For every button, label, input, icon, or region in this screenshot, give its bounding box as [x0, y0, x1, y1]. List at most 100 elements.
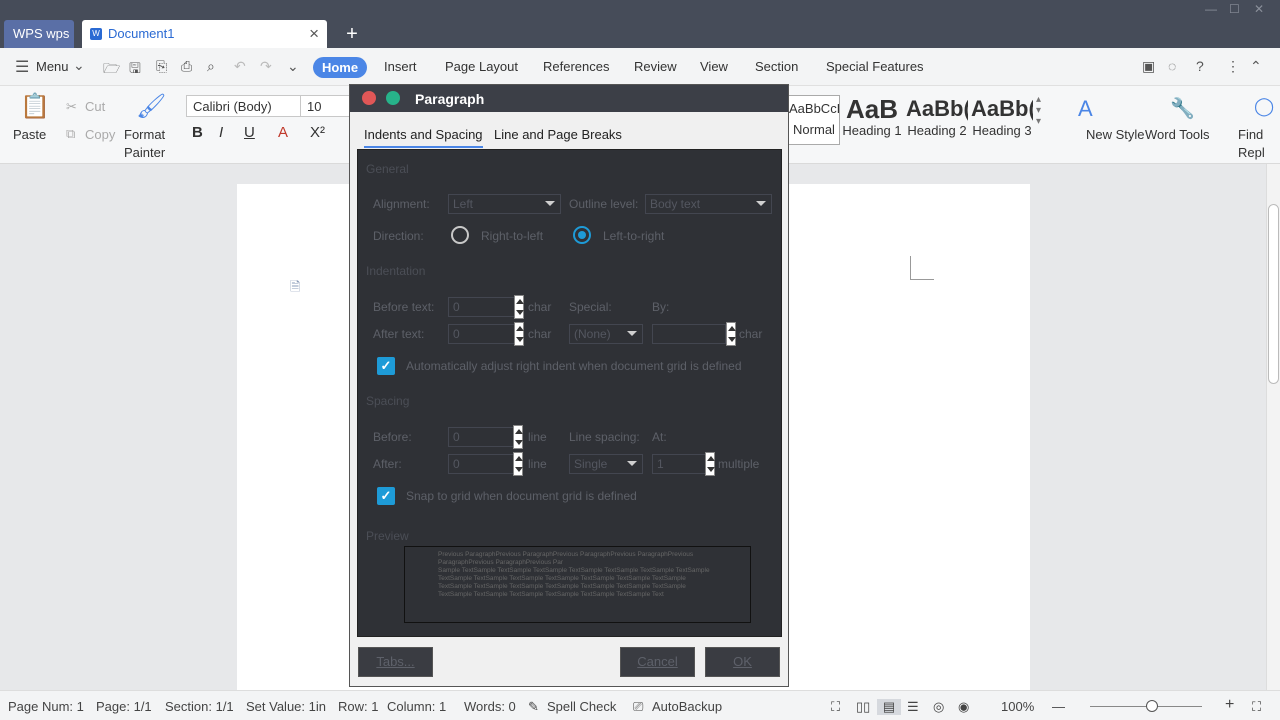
rtl-radio[interactable] — [451, 226, 469, 244]
cut-button[interactable]: Cut — [85, 99, 105, 114]
ltr-radio[interactable] — [573, 226, 591, 244]
tab-view[interactable]: View — [700, 59, 728, 74]
spell-check-button[interactable]: Spell Check — [547, 699, 616, 714]
outline-level-select[interactable]: Body text — [645, 194, 772, 214]
document-tab[interactable]: W Document1 × — [82, 20, 327, 48]
collapse-ribbon-icon[interactable]: ⌃ — [1250, 58, 1262, 75]
copy-button[interactable]: Copy — [85, 127, 115, 142]
dialog-close-icon[interactable] — [362, 91, 376, 105]
at-input[interactable]: 1 — [652, 454, 708, 474]
after-spacing-input[interactable]: 0 — [448, 454, 516, 474]
open-folder-icon[interactable]: 🗁 — [103, 58, 120, 82]
autobackup-button[interactable]: AutoBackup — [652, 699, 722, 714]
font-name-select[interactable]: Calibri (Body) — [186, 95, 301, 117]
outline-view-icon[interactable]: ☰ — [907, 699, 919, 715]
before-text-input[interactable]: 0 — [448, 297, 516, 317]
ok-button[interactable]: OK — [705, 647, 780, 677]
rtl-label[interactable]: Right-to-left — [481, 229, 543, 243]
auto-adjust-checkbox[interactable]: ✓ — [377, 357, 395, 375]
after-text-unit[interactable]: char — [528, 327, 551, 341]
cloud-doc-icon[interactable]: ▣ — [1142, 58, 1155, 75]
snap-to-grid-label[interactable]: Snap to grid when document grid is defin… — [406, 489, 637, 503]
style-heading-1[interactable]: AaB Heading 1 — [841, 95, 903, 145]
zoom-level[interactable]: 100% — [1001, 699, 1034, 714]
before-text-spinner[interactable] — [514, 295, 524, 319]
before-spacing-input[interactable]: 0 — [448, 427, 516, 447]
status-page-num[interactable]: Page Num: 1 — [8, 699, 84, 714]
close-tab-icon[interactable]: × — [309, 20, 319, 48]
chevron-down-icon[interactable]: ⌄ — [73, 57, 85, 74]
reading-layout-icon[interactable]: ▯▯ — [856, 699, 870, 715]
web-layout-icon[interactable]: ◎ — [933, 699, 944, 715]
bold-button[interactable]: B — [192, 124, 203, 141]
by-unit[interactable]: char — [739, 327, 762, 341]
print-icon[interactable]: ⎙ — [181, 58, 192, 75]
by-input[interactable] — [652, 324, 726, 344]
style-heading-2[interactable]: AaBb( Heading 2 — [906, 95, 968, 145]
tab-review[interactable]: Review — [634, 59, 677, 74]
after-text-spinner[interactable] — [514, 322, 524, 346]
status-set-value[interactable]: Set Value: 1in — [246, 699, 326, 714]
page-view-icon[interactable]: ▤ — [877, 699, 901, 715]
before-text-unit[interactable]: char — [528, 300, 551, 314]
tab-references[interactable]: References — [543, 59, 609, 74]
before-spacing-spinner[interactable] — [513, 425, 523, 449]
new-style-icon[interactable]: A — [1078, 96, 1093, 122]
customize-icon[interactable]: ⌄ — [287, 58, 299, 75]
font-color-button[interactable]: A — [278, 124, 288, 141]
print-preview-icon[interactable]: ⌕ — [207, 58, 215, 75]
find-label[interactable]: Find — [1238, 127, 1263, 142]
status-row[interactable]: Row: 1 — [338, 699, 378, 714]
undo-icon[interactable]: ↶ — [234, 58, 246, 75]
italic-button[interactable]: I — [219, 124, 223, 141]
status-column[interactable]: Column: 1 — [387, 699, 446, 714]
new-tab-button[interactable]: + — [340, 20, 364, 48]
paste-icon[interactable]: 📋 — [20, 92, 50, 121]
maximize-icon[interactable]: ☐ — [1229, 2, 1240, 16]
tab-insert[interactable]: Insert — [384, 59, 417, 74]
styles-scroll-icon[interactable]: ▴ ▾ ▾ — [1036, 94, 1041, 127]
save-icon[interactable]: 🖫 — [129, 58, 141, 82]
tabs-button[interactable]: Tabs... — [358, 647, 433, 677]
at-spinner[interactable] — [705, 452, 715, 476]
tab-indents-and-spacing[interactable]: Indents and Spacing — [364, 127, 483, 148]
font-size-select[interactable]: 10 — [300, 95, 350, 117]
close-window-icon[interactable]: ✕ — [1254, 2, 1264, 16]
tab-section[interactable]: Section — [755, 59, 798, 74]
vertical-scrollbar[interactable] — [1266, 164, 1280, 690]
scrollbar-thumb[interactable] — [1268, 204, 1279, 384]
status-words[interactable]: Words: 0 — [464, 699, 516, 714]
word-tools-icon[interactable]: 🔧 — [1170, 96, 1195, 121]
after-spacing-spinner[interactable] — [513, 452, 523, 476]
new-style-button[interactable]: New Style — [1086, 127, 1145, 142]
after-text-input[interactable]: 0 — [448, 324, 516, 344]
find-replace-icon[interactable]: ◯ — [1254, 96, 1274, 117]
fit-window-icon[interactable]: ⛶ — [1252, 699, 1261, 715]
underline-button[interactable]: U — [244, 124, 255, 141]
paragraph-menu-icon[interactable]: 🗎 — [290, 278, 300, 300]
redo-icon[interactable]: ↷ — [260, 58, 272, 75]
replace-label[interactable]: Repl — [1238, 145, 1265, 160]
more-icon[interactable]: ⋮ — [1226, 58, 1240, 75]
superscript-button[interactable]: X² — [310, 124, 325, 141]
alignment-select[interactable]: Left — [448, 194, 561, 214]
style-heading-3[interactable]: AaBb( Heading 3 — [971, 95, 1033, 145]
before-spacing-unit[interactable]: line — [528, 430, 547, 444]
word-tools-button[interactable]: Word Tools — [1145, 127, 1210, 142]
export-icon[interactable]: ⎘ — [156, 58, 167, 75]
format-painter-label-2[interactable]: Painter — [124, 145, 165, 160]
minimize-icon[interactable]: — — [1205, 2, 1217, 16]
format-painter-label-1[interactable]: Format — [124, 127, 165, 142]
hamburger-icon[interactable]: ☰ — [15, 57, 29, 77]
focus-mode-icon[interactable]: ⛶ — [831, 699, 840, 715]
app-tab[interactable]: WPS wps — [4, 20, 74, 48]
help-icon[interactable]: ? — [1196, 58, 1204, 74]
snap-to-grid-checkbox[interactable]: ✓ — [377, 487, 395, 505]
after-spacing-unit[interactable]: line — [528, 457, 547, 471]
tab-home[interactable]: Home — [313, 57, 367, 78]
special-select[interactable]: (None) — [569, 324, 643, 344]
zoom-slider[interactable] — [1090, 700, 1202, 712]
zoom-out-icon[interactable]: — — [1052, 699, 1065, 714]
menu-button[interactable]: Menu — [36, 59, 69, 74]
style-normal[interactable]: AaBbCcDc Normal — [788, 95, 840, 145]
